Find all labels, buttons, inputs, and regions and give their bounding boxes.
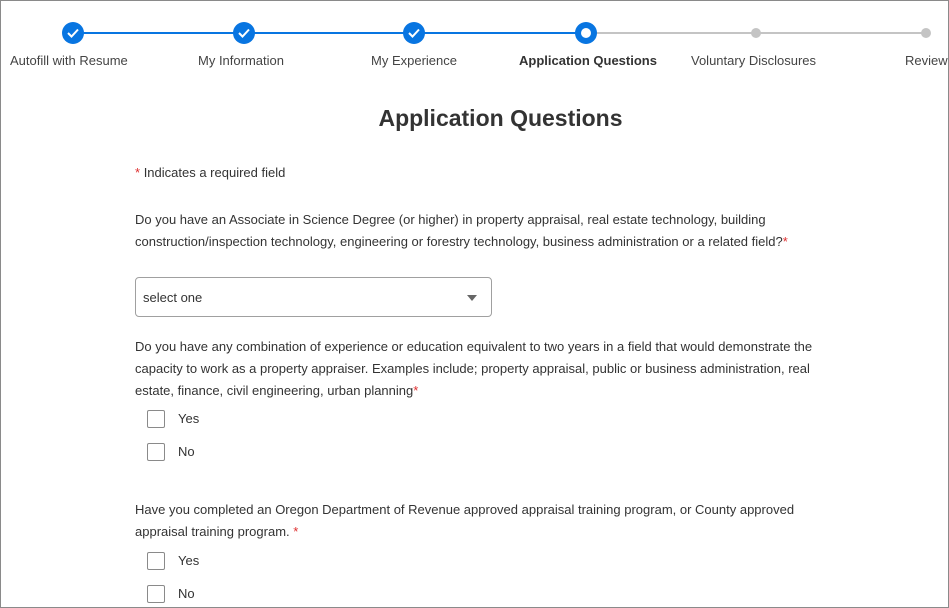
question-degree-text: Do you have an Associate in Science Degr… [135,212,783,249]
checkbox-no[interactable] [147,585,165,603]
step-autofill-check-icon [62,22,84,44]
required-note-text: Indicates a required field [143,165,286,180]
step-label-my-information: My Information [198,53,284,68]
degree-select-dropdown[interactable]: select one [135,277,492,317]
required-asterisk: * [413,383,419,398]
step-label-application-questions: Application Questions [519,53,657,68]
step-label-voluntary-disclosures: Voluntary Disclosures [691,53,816,68]
required-asterisk: * [782,234,788,249]
select-value: select one [143,290,203,305]
step-my-information-check-icon [233,22,255,44]
checkbox-yes[interactable] [147,552,165,570]
question-training-text: Have you completed an Oregon Department … [135,502,795,539]
question-experience: Do you have any combination of experienc… [135,336,835,402]
option-label-no: No [178,586,195,601]
required-asterisk: * [135,165,141,180]
step-review-pending-icon [921,28,931,38]
step-label-autofill: Autofill with Resume [10,53,128,68]
required-asterisk: * [293,524,299,539]
stepper-track-complete [73,32,587,34]
step-my-experience-check-icon [403,22,425,44]
option-label-no: No [178,444,195,459]
option-label-yes: Yes [178,411,200,426]
progress-stepper: Autofill with Resume My Information My E… [1,1,949,81]
question-experience-text: Do you have any combination of experienc… [135,339,813,398]
page-title: Application Questions [378,105,623,131]
question-training-program: Have you completed an Oregon Department … [135,499,835,543]
step-label-review: Review [905,53,948,68]
step-label-my-experience: My Experience [371,53,457,68]
step-voluntary-disclosures-pending-icon [751,28,761,38]
caret-down-icon [467,295,477,301]
checkbox-no[interactable] [147,443,165,461]
required-field-note: * Indicates a required field [135,165,285,180]
option-label-yes: Yes [178,553,200,568]
step-application-questions-current-icon [575,22,597,44]
checkbox-yes[interactable] [147,410,165,428]
question-degree: Do you have an Associate in Science Degr… [135,209,835,253]
